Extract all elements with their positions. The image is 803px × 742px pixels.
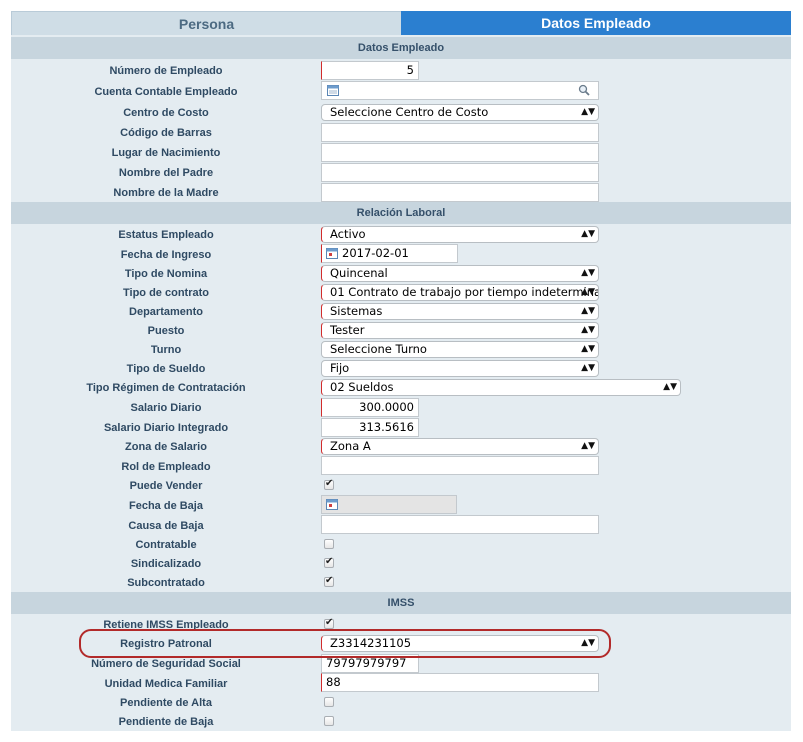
tipo-sueldo-value: Fijo (330, 361, 350, 375)
select-arrows-icon: ▲▼ (581, 306, 595, 316)
nss-label: Número de Seguridad Social (91, 658, 241, 670)
select-arrows-icon: ▲▼ (581, 287, 595, 297)
puesto-label: Puesto (147, 325, 185, 337)
pendiente-alta-checkbox[interactable] (324, 697, 334, 707)
calendar-icon[interactable] (326, 248, 338, 259)
umf-input[interactable]: 88 (321, 673, 599, 692)
zona-salario-label: Zona de Salario (125, 441, 207, 453)
select-arrows-icon: ▲▼ (581, 441, 595, 451)
tab-persona[interactable]: Persona (11, 11, 401, 35)
codigo-barras-input[interactable] (321, 123, 599, 142)
select-arrows-icon: ▲▼ (663, 382, 677, 392)
causa-baja-input[interactable] (321, 515, 599, 534)
pendiente-alta-label: Pendiente de Alta (120, 697, 212, 709)
subcontratado-label: Subcontratado (127, 577, 205, 589)
tipo-contrato-value: 01 Contrato de trabajo por tiempo indete… (330, 285, 599, 299)
calendar-icon[interactable] (326, 499, 338, 510)
section-datos-empleado: Datos Empleado (11, 37, 791, 59)
departamento-label: Departamento (129, 306, 203, 318)
salario-integrado-label: Salario Diario Integrado (103, 422, 229, 434)
calendar-icon[interactable] (327, 85, 339, 96)
section-imss: IMSS (11, 592, 791, 614)
centro-costo-value: Seleccione Centro de Costo (330, 105, 489, 119)
sindicalizado-label: Sindicalizado (130, 558, 202, 570)
rol-empleado-input[interactable] (321, 456, 599, 475)
tipo-nomina-label: Tipo de Nomina (124, 268, 208, 280)
puede-vender-label: Puede Vender (129, 480, 203, 492)
tipo-sueldo-label: Tipo de Sueldo (126, 363, 206, 375)
select-arrows-icon: ▲▼ (581, 268, 595, 278)
fecha-baja-label: Fecha de Baja (129, 500, 203, 512)
section-relacion-laboral: Relación Laboral (11, 202, 791, 224)
salario-integrado-input[interactable]: 313.5616 (321, 418, 419, 437)
lugar-nacimiento-label: Lugar de Nacimiento (111, 147, 221, 159)
nombre-padre-label: Nombre del Padre (118, 167, 214, 179)
turno-value: Seleccione Turno (330, 342, 427, 356)
tab-bar: Persona Datos Empleado (11, 11, 791, 35)
causa-baja-label: Causa de Baja (128, 520, 204, 532)
estatus-value: Activo (330, 227, 366, 241)
salario-diario-label: Salario Diario (130, 402, 202, 414)
lugar-nacimiento-input[interactable] (321, 143, 599, 162)
nombre-padre-input[interactable] (321, 163, 599, 182)
estatus-label: Estatus Empleado (118, 229, 214, 241)
tipo-contrato-select[interactable]: 01 Contrato de trabajo por tiempo indete… (321, 284, 599, 301)
tipo-nomina-value: Quincenal (330, 266, 388, 280)
registro-patronal-highlight (79, 629, 611, 658)
regimen-select[interactable]: 02 Sueldos ▲▼ (321, 379, 681, 396)
fecha-ingreso-label: Fecha de Ingreso (120, 249, 212, 261)
select-arrows-icon: ▲▼ (581, 363, 595, 373)
sindicalizado-checkbox[interactable]: ✔ (324, 556, 334, 568)
retiene-imss-checkbox[interactable]: ✔ (324, 617, 334, 629)
departamento-value: Sistemas (330, 304, 383, 318)
contratable-label: Contratable (135, 539, 197, 551)
tipo-nomina-select[interactable]: Quincenal ▲▼ (321, 265, 599, 282)
codigo-barras-label: Código de Barras (120, 127, 212, 139)
pendiente-baja-label: Pendiente de Baja (118, 716, 214, 728)
departamento-select[interactable]: Sistemas ▲▼ (321, 303, 599, 320)
fecha-baja-input[interactable] (321, 495, 457, 514)
puesto-select[interactable]: Tester ▲▼ (321, 322, 599, 339)
rol-empleado-label: Rol de Empleado (121, 461, 211, 473)
turno-label: Turno (150, 344, 182, 356)
select-arrows-icon: ▲▼ (581, 107, 595, 117)
puede-vender-checkbox[interactable]: ✔ (324, 478, 334, 490)
checkmark-icon: ✔ (325, 617, 334, 628)
contratable-checkbox[interactable] (324, 539, 334, 549)
zona-salario-select[interactable]: Zona A ▲▼ (321, 438, 599, 455)
umf-label: Unidad Medica Familiar (104, 678, 228, 690)
fecha-ingreso-value: 2017-02-01 (342, 246, 409, 260)
select-arrows-icon: ▲▼ (581, 344, 595, 354)
subcontratado-checkbox[interactable]: ✔ (324, 575, 334, 587)
pendiente-baja-checkbox[interactable] (324, 716, 334, 726)
fecha-ingreso-input[interactable]: 2017-02-01 (321, 244, 458, 263)
zona-salario-value: Zona A (330, 439, 371, 453)
estatus-select[interactable]: Activo ▲▼ (321, 226, 599, 243)
numero-empleado-label: Número de Empleado (109, 65, 223, 77)
tipo-contrato-label: Tipo de contrato (123, 287, 209, 299)
employee-form: Persona Datos Empleado Datos Empleado Nú… (11, 11, 791, 731)
select-arrows-icon: ▲▼ (581, 229, 595, 239)
centro-costo-select[interactable]: Seleccione Centro de Costo ▲▼ (321, 104, 599, 121)
checkmark-icon: ✔ (325, 575, 334, 586)
puesto-value: Tester (330, 323, 365, 337)
checkmark-icon: ✔ (325, 556, 334, 567)
centro-costo-label: Centro de Costo (123, 107, 209, 119)
nombre-madre-input[interactable] (321, 183, 599, 202)
cuenta-contable-label: Cuenta Contable Empleado (94, 86, 238, 98)
checkmark-icon: ✔ (325, 478, 334, 489)
regimen-label: Tipo Régimen de Contratación (86, 382, 246, 394)
regimen-value: 02 Sueldos (330, 380, 394, 394)
search-icon[interactable] (578, 84, 590, 96)
salario-diario-input[interactable]: 300.0000 (321, 398, 419, 417)
select-arrows-icon: ▲▼ (581, 325, 595, 335)
tipo-sueldo-select[interactable]: Fijo ▲▼ (321, 360, 599, 377)
tab-datos-empleado[interactable]: Datos Empleado (401, 11, 791, 35)
nombre-madre-label: Nombre de la Madre (113, 187, 219, 199)
turno-select[interactable]: Seleccione Turno ▲▼ (321, 341, 599, 358)
numero-empleado-input[interactable]: 5 (321, 61, 419, 80)
cuenta-contable-input[interactable] (321, 81, 599, 100)
